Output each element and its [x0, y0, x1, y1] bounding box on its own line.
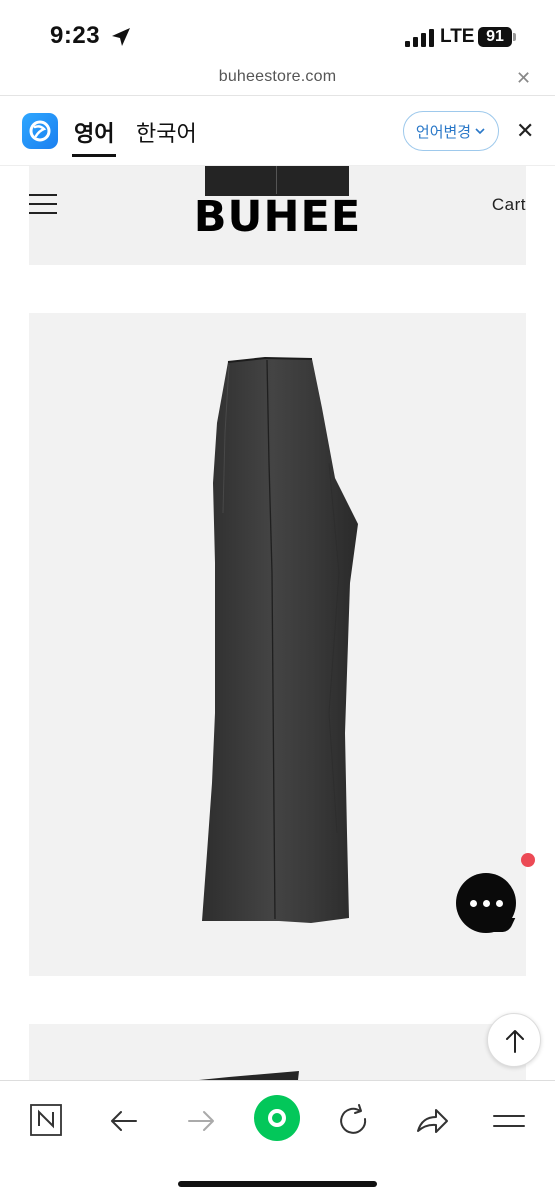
notification-dot	[521, 853, 535, 867]
status-time: 9:23	[50, 22, 101, 49]
location-arrow-icon	[112, 28, 130, 46]
translate-app-icon[interactable]	[22, 113, 58, 149]
url-domain[interactable]: buheestore.com	[0, 68, 555, 86]
green-circle-home-icon[interactable]	[254, 1095, 300, 1141]
site-header: BUHEE Cart	[29, 166, 526, 265]
scroll-to-top-button[interactable]	[487, 1013, 541, 1067]
refresh-icon[interactable]	[330, 1097, 378, 1145]
share-icon[interactable]	[408, 1097, 456, 1145]
chevron-down-icon	[475, 128, 485, 135]
tab-english[interactable]: 영어	[74, 116, 114, 148]
url-bar[interactable]: buheestore.com ✕	[0, 62, 555, 96]
status-bar: 9:23 LTE 91	[0, 0, 555, 62]
change-language-button[interactable]: 언어변경	[403, 111, 499, 151]
active-tab-indicator	[72, 154, 116, 157]
translate-bar: 영어 한국어 언어변경 ✕	[0, 96, 555, 166]
home-indicator	[178, 1181, 377, 1187]
battery-tip	[513, 33, 516, 41]
cart-link[interactable]: Cart	[492, 195, 526, 215]
back-arrow-icon[interactable]	[100, 1097, 148, 1145]
close-translate-icon[interactable]: ✕	[516, 118, 534, 144]
garment-seam	[276, 166, 277, 194]
arrow-up-icon	[506, 1030, 524, 1053]
dark-flared-trousers-image	[202, 356, 358, 923]
garment-image-partial	[199, 1071, 299, 1080]
product-image[interactable]	[29, 313, 526, 976]
product-image-2[interactable]	[29, 1024, 526, 1080]
change-language-label: 언어변경	[415, 123, 472, 141]
chat-bubble-icon[interactable]	[456, 873, 516, 933]
close-icon[interactable]: ✕	[516, 68, 531, 89]
network-type: LTE	[440, 26, 475, 47]
menu-icon[interactable]	[485, 1097, 533, 1145]
naver-n-icon[interactable]	[22, 1097, 70, 1145]
site-logo[interactable]: BUHEE	[29, 192, 526, 242]
battery-level: 91	[478, 27, 512, 47]
forward-arrow-icon[interactable]	[177, 1097, 225, 1145]
tab-korean[interactable]: 한국어	[136, 116, 197, 148]
signal-bars-icon	[405, 29, 434, 47]
